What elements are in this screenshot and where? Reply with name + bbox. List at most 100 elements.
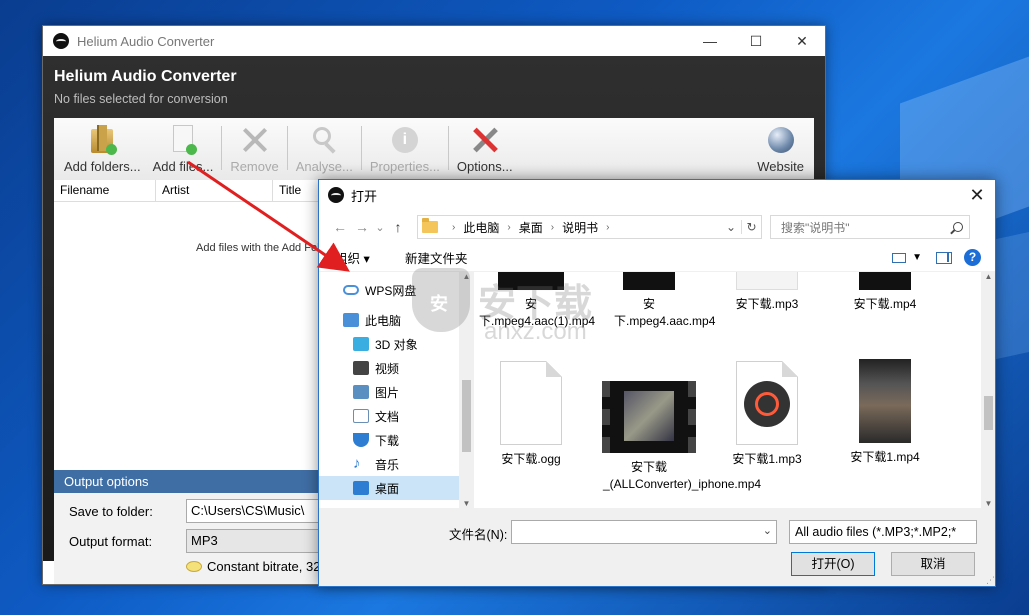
address-bar[interactable]: › 此电脑 › 桌面 › 说明书 › ⌄ ↻ — [417, 215, 762, 239]
remove-label: Remove — [230, 159, 279, 174]
desktop-icon — [353, 481, 369, 495]
nav-item-label: 3D 对象 — [375, 337, 418, 352]
file-name: 安下载.mp3 — [735, 297, 799, 311]
file-area[interactable]: 安下.mpeg4.aac(1).mp4 安下.mpeg4.aac.mp4 安下载… — [479, 272, 979, 508]
nav-item-wps-cloud[interactable]: WPS网盘 — [319, 278, 475, 302]
add-folders-label: Add folders... — [64, 159, 141, 174]
file-item[interactable]: 安下载.mp4 — [833, 272, 937, 313]
nav-item-documents[interactable]: 文档 — [319, 404, 475, 428]
analyse-label: Analyse... — [295, 159, 353, 174]
globe-icon — [766, 125, 796, 155]
bitrate-description[interactable]: Constant bitrate, 32 — [207, 559, 320, 574]
file-name: 安下载1.mp3 — [732, 452, 802, 466]
file-name: 安下载.mp4 — [853, 297, 917, 311]
website-button[interactable]: Website — [751, 118, 810, 174]
file-type-filter[interactable]: All audio files (*.MP3;*.MP2;* — [789, 520, 977, 544]
forward-button[interactable]: → — [351, 219, 373, 235]
scroll-down-icon[interactable]: ▼ — [459, 499, 474, 508]
file-item[interactable]: 安下载.mp3 — [715, 272, 819, 313]
up-button[interactable]: ↑ — [387, 219, 409, 235]
website-label: Website — [757, 159, 804, 174]
properties-button[interactable]: i Properties... — [364, 118, 446, 174]
dialog-title: 打开 — [351, 188, 378, 204]
chevron-right-icon: › — [606, 221, 610, 233]
open-button[interactable]: 打开(O) — [791, 552, 875, 576]
search-input[interactable]: 搜索"说明书" — [770, 215, 970, 239]
dialog-footer: 文件名(N): ⌄ All audio files (*.MP3;*.MP2;*… — [319, 508, 995, 586]
nav-item-music[interactable]: ♪ 音乐 — [319, 452, 475, 476]
folder-icon — [422, 218, 438, 233]
chevron-right-icon: › — [507, 221, 511, 233]
file-name: 安下载_(ALLConverter)_iphone.mp4 — [603, 460, 762, 491]
column-filename[interactable]: Filename — [54, 180, 156, 201]
pictures-icon — [353, 385, 369, 399]
cancel-button[interactable]: 取消 — [891, 552, 975, 576]
recent-locations-button[interactable]: ⌄ — [373, 221, 387, 234]
scroll-up-icon[interactable]: ▲ — [981, 272, 995, 281]
maximize-button[interactable]: ☐ — [733, 26, 779, 56]
chevron-right-icon: › — [452, 221, 456, 233]
add-folders-button[interactable]: Add folders... — [58, 118, 147, 174]
resize-grip-icon[interactable]: ⋰ — [986, 575, 995, 586]
nav-item-label: 桌面 — [375, 481, 400, 496]
address-dropdown-button[interactable]: ⌄ — [721, 220, 741, 234]
add-files-button[interactable]: Add files... — [147, 118, 220, 174]
breadcrumb-this-pc[interactable]: 此电脑 — [463, 219, 499, 236]
main-toolbar: Add folders... Add files... Remove Analy… — [54, 118, 814, 180]
preview-pane-icon[interactable] — [936, 251, 952, 264]
scroll-down-icon[interactable]: ▼ — [981, 499, 995, 508]
close-button[interactable]: ✕ — [779, 26, 825, 56]
new-folder-button[interactable]: 新建文件夹 — [405, 248, 468, 267]
dialog-close-button[interactable]: ✕ — [959, 185, 995, 206]
options-button[interactable]: Options... — [451, 118, 519, 174]
window-title: Helium Audio Converter — [77, 33, 215, 49]
breadcrumb-desktop[interactable]: 桌面 — [519, 219, 543, 236]
analyse-button[interactable]: Analyse... — [290, 118, 359, 174]
help-icon[interactable]: ? — [964, 249, 981, 266]
app-name: Helium Audio Converter — [54, 68, 237, 85]
nav-pane-scroll-thumb[interactable] — [462, 380, 471, 452]
nav-item-videos[interactable]: 视频 — [319, 356, 475, 380]
file-item[interactable]: 安下载.ogg — [479, 361, 583, 468]
refresh-button[interactable]: ↻ — [741, 220, 761, 234]
app-titlebar[interactable]: Helium Audio Converter — ☐ ✕ — [43, 26, 825, 56]
add-file-icon — [168, 125, 198, 155]
organize-button[interactable]: 组织 ▾ — [335, 248, 405, 267]
file-item[interactable]: 安下载_(ALLConverter)_iphone.mp4 — [597, 381, 762, 493]
chevron-down-icon[interactable]: ⌄ — [763, 524, 772, 537]
audio-file-icon — [736, 272, 798, 290]
remove-icon — [240, 125, 270, 155]
nav-item-downloads[interactable]: 下载 — [319, 428, 475, 452]
scroll-up-icon[interactable]: ▲ — [459, 272, 474, 281]
breadcrumb-manual[interactable]: 说明书 — [562, 219, 598, 236]
file-name: 安下载.ogg — [501, 452, 561, 466]
file-item[interactable]: 安下.mpeg4.aac.mp4 — [597, 272, 715, 330]
chevron-down-icon[interactable]: ▼ — [912, 252, 922, 263]
audio-file-icon — [736, 361, 798, 445]
minimize-button[interactable]: — — [687, 26, 733, 56]
nav-item-desktop[interactable]: 桌面 — [319, 476, 459, 500]
view-options-icon[interactable] — [892, 252, 907, 263]
video-thumbnail-icon — [623, 272, 675, 290]
dialog-titlebar[interactable]: 打开 ✕ — [319, 180, 995, 210]
output-format-label: Output format: — [69, 533, 153, 549]
toolbar-separator — [221, 126, 223, 170]
column-artist[interactable]: Artist — [156, 180, 273, 201]
dialog-body: WPS网盘 此电脑 3D 对象 视频 图片 文档 下载 ♪ 音乐 桌面 ▲ ▼ … — [319, 272, 995, 508]
remove-button[interactable]: Remove — [224, 118, 284, 174]
analyse-icon — [309, 125, 339, 155]
video-thumbnail-icon — [498, 272, 564, 290]
file-item[interactable]: 安下载1.mp4 — [833, 359, 937, 466]
file-area-scrollbar[interactable]: ▲ ▼ — [981, 272, 995, 508]
add-files-label: Add files... — [152, 159, 214, 174]
file-item[interactable]: 安下载1.mp3 — [715, 361, 819, 468]
filename-input[interactable]: ⌄ — [511, 520, 777, 544]
nav-item-pictures[interactable]: 图片 — [319, 380, 475, 404]
back-button[interactable]: ← — [329, 219, 351, 235]
video-file-icon — [602, 381, 696, 453]
nav-item-3d-objects[interactable]: 3D 对象 — [319, 332, 475, 356]
nav-item-this-pc[interactable]: 此电脑 — [319, 308, 475, 332]
file-item[interactable]: 安下.mpeg4.aac(1).mp4 — [479, 272, 595, 330]
filename-label: 文件名(N): — [449, 528, 508, 542]
file-area-scroll-thumb[interactable] — [984, 396, 993, 430]
